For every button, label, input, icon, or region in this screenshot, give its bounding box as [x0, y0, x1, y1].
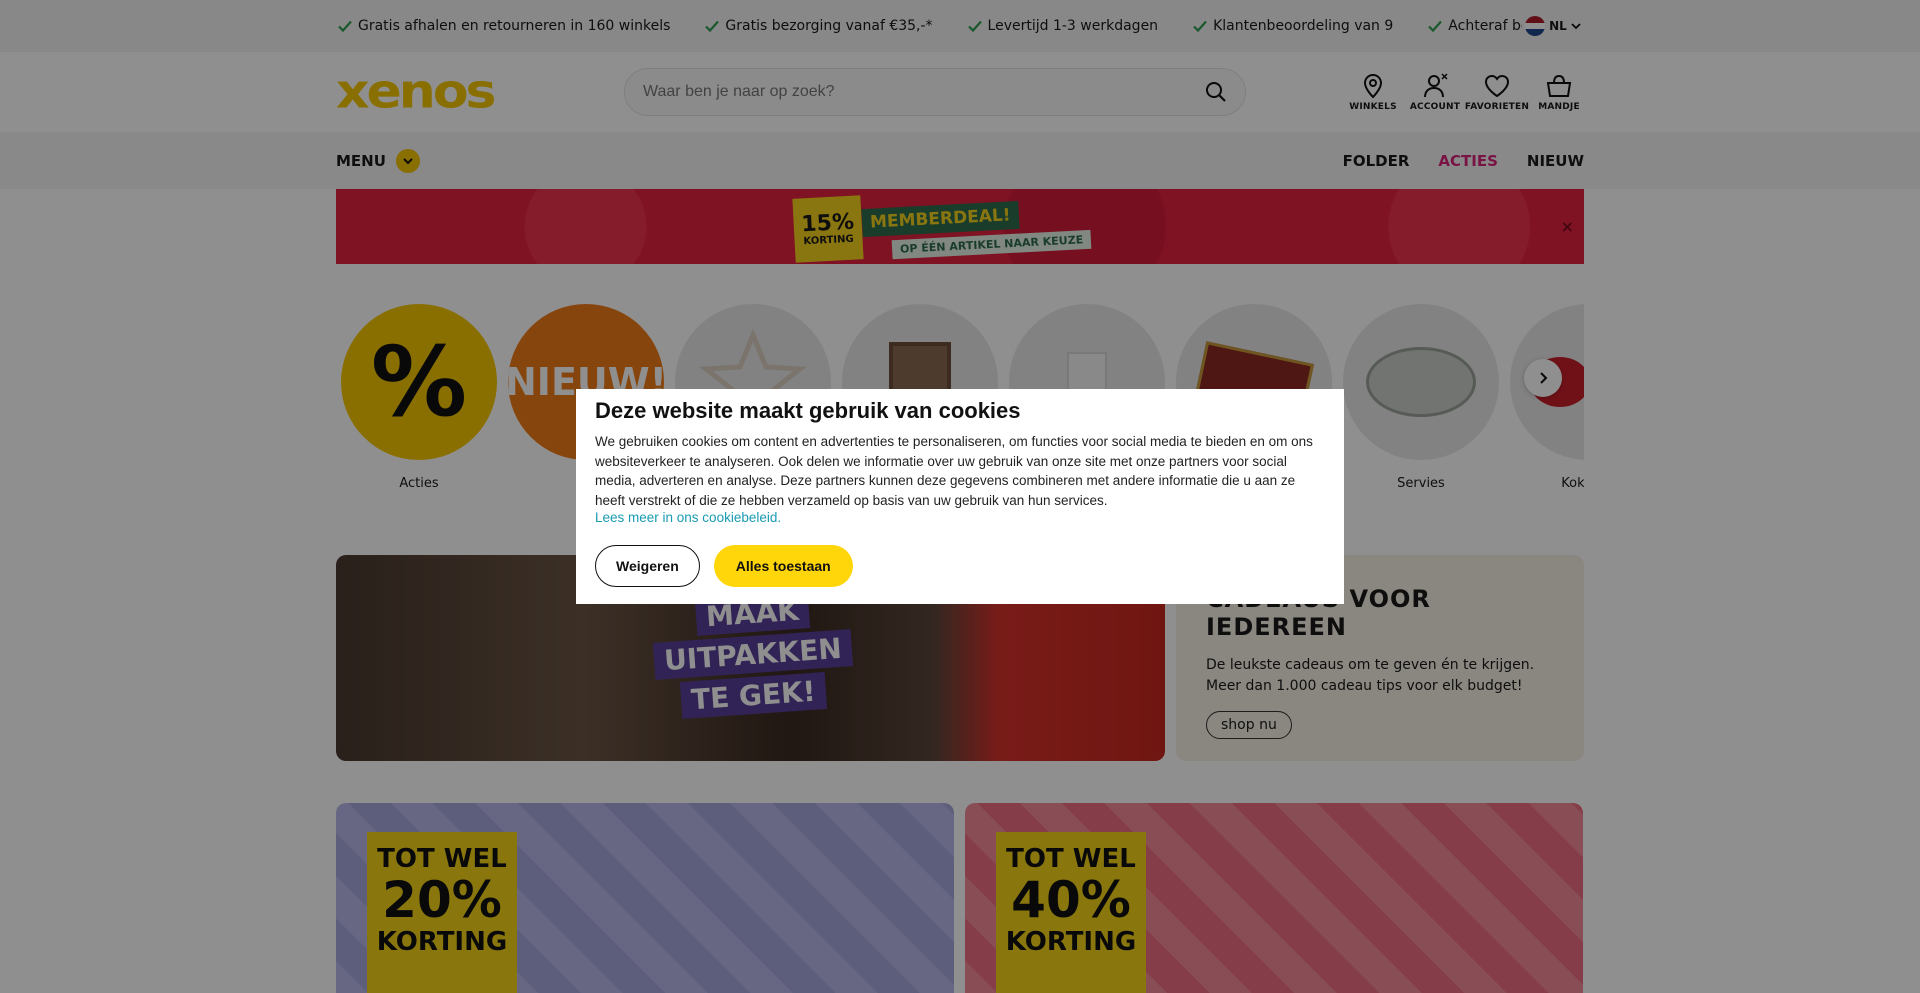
cookie-body: We gebruiken cookies om content en adver…	[595, 434, 1313, 508]
allow-all-button[interactable]: Alles toestaan	[713, 545, 853, 587]
deny-button[interactable]: Weigeren	[595, 545, 700, 587]
cookie-title: Deze website maakt gebruik van cookies	[595, 398, 1021, 423]
cookie-policy-link[interactable]: Lees meer in ons cookiebeleid.	[595, 510, 1325, 525]
cookie-consent-dialog: Deze website maakt gebruik van cookies W…	[576, 389, 1344, 604]
cookie-buttons: Weigeren Alles toestaan	[595, 545, 1325, 587]
